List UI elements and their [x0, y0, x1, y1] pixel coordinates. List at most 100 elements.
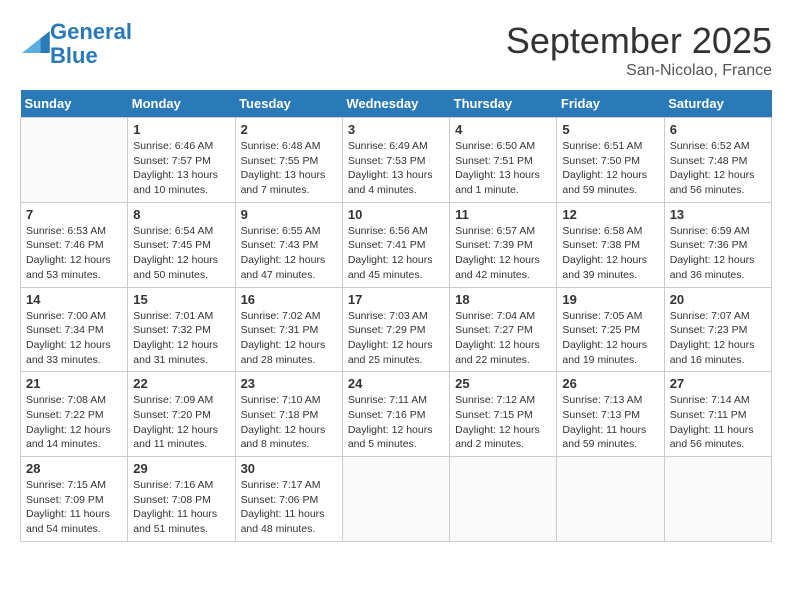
day-number: 9	[241, 207, 337, 222]
day-number: 29	[133, 461, 229, 476]
day-info: Sunrise: 7:07 AMSunset: 7:23 PMDaylight:…	[670, 309, 766, 368]
day-number: 22	[133, 376, 229, 391]
month-title: September 2025	[506, 20, 772, 62]
day-number: 24	[348, 376, 444, 391]
day-number: 18	[455, 292, 551, 307]
day-number: 23	[241, 376, 337, 391]
day-number: 1	[133, 122, 229, 137]
day-info: Sunrise: 7:01 AMSunset: 7:32 PMDaylight:…	[133, 309, 229, 368]
weekday-header: Wednesday	[342, 90, 449, 118]
day-info: Sunrise: 7:12 AMSunset: 7:15 PMDaylight:…	[455, 393, 551, 452]
weekday-header: Sunday	[21, 90, 128, 118]
day-info: Sunrise: 6:54 AMSunset: 7:45 PMDaylight:…	[133, 224, 229, 283]
day-info: Sunrise: 7:15 AMSunset: 7:09 PMDaylight:…	[26, 478, 122, 537]
day-info: Sunrise: 7:17 AMSunset: 7:06 PMDaylight:…	[241, 478, 337, 537]
day-number: 26	[562, 376, 658, 391]
day-info: Sunrise: 6:50 AMSunset: 7:51 PMDaylight:…	[455, 139, 551, 198]
day-number: 3	[348, 122, 444, 137]
day-number: 4	[455, 122, 551, 137]
weekday-header: Thursday	[450, 90, 557, 118]
day-info: Sunrise: 6:56 AMSunset: 7:41 PMDaylight:…	[348, 224, 444, 283]
calendar-cell	[557, 457, 664, 542]
day-number: 28	[26, 461, 122, 476]
day-info: Sunrise: 7:11 AMSunset: 7:16 PMDaylight:…	[348, 393, 444, 452]
calendar-cell: 7Sunrise: 6:53 AMSunset: 7:46 PMDaylight…	[21, 202, 128, 287]
calendar-cell: 13 Sunrise: 6:59 AMSunset: 7:36 PMDayligh…	[664, 202, 771, 287]
calendar-table: SundayMondayTuesdayWednesdayThursdayFrid…	[20, 90, 772, 542]
logo-icon	[22, 31, 50, 53]
day-info: Sunrise: 7:08 AMSunset: 7:22 PMDaylight:…	[26, 393, 122, 452]
weekday-header: Saturday	[664, 90, 771, 118]
day-number: 21	[26, 376, 122, 391]
day-info: Sunrise: 6:58 AMSunset: 7:38 PMDaylight:…	[562, 224, 658, 283]
calendar-cell: 11Sunrise: 6:57 AMSunset: 7:39 PMDayligh…	[450, 202, 557, 287]
calendar-cell: 29Sunrise: 7:16 AMSunset: 7:08 PMDayligh…	[128, 457, 235, 542]
day-info: Sunrise: 6:59 AMSunset: 7:36 PMDaylight:…	[670, 224, 766, 283]
calendar-cell: 4 Sunrise: 6:50 AMSunset: 7:51 PMDaylight…	[450, 118, 557, 203]
day-info: Sunrise: 6:55 AMSunset: 7:43 PMDaylight:…	[241, 224, 337, 283]
day-number: 20	[670, 292, 766, 307]
calendar-cell: 16Sunrise: 7:02 AMSunset: 7:31 PMDayligh…	[235, 287, 342, 372]
calendar-cell: 28 Sunrise: 7:15 AMSunset: 7:09 PMDayligh…	[21, 457, 128, 542]
day-number: 5	[562, 122, 658, 137]
calendar-cell: 6Sunrise: 6:52 AMSunset: 7:48 PMDaylight…	[664, 118, 771, 203]
day-info: Sunrise: 7:13 AMSunset: 7:13 PMDaylight:…	[562, 393, 658, 452]
calendar-cell: 23 Sunrise: 7:10 AMSunset: 7:18 PMDayligh…	[235, 372, 342, 457]
calendar-week-row: 28 Sunrise: 7:15 AMSunset: 7:09 PMDayligh…	[21, 457, 772, 542]
calendar-cell: 25 Sunrise: 7:12 AMSunset: 7:15 PMDayligh…	[450, 372, 557, 457]
calendar-cell	[664, 457, 771, 542]
weekday-header: Monday	[128, 90, 235, 118]
calendar-cell: 1 Sunrise: 6:46 AMSunset: 7:57 PMDaylight…	[128, 118, 235, 203]
calendar-cell: 9 Sunrise: 6:55 AMSunset: 7:43 PMDaylight…	[235, 202, 342, 287]
day-number: 10	[348, 207, 444, 222]
calendar-cell: 5Sunrise: 6:51 AMSunset: 7:50 PMDaylight…	[557, 118, 664, 203]
logo-line1: General	[50, 19, 132, 44]
day-number: 8	[133, 207, 229, 222]
day-number: 7	[26, 207, 122, 222]
calendar-cell: 3 Sunrise: 6:49 AMSunset: 7:53 PMDaylight…	[342, 118, 449, 203]
day-number: 17	[348, 292, 444, 307]
calendar-cell: 8 Sunrise: 6:54 AMSunset: 7:45 PMDaylight…	[128, 202, 235, 287]
calendar-cell: 19Sunrise: 7:05 AMSunset: 7:25 PMDayligh…	[557, 287, 664, 372]
calendar-week-row: 21 Sunrise: 7:08 AMSunset: 7:22 PMDayligh…	[21, 372, 772, 457]
day-number: 30	[241, 461, 337, 476]
calendar-cell: 2 Sunrise: 6:48 AMSunset: 7:55 PMDaylight…	[235, 118, 342, 203]
logo: General Blue	[20, 20, 132, 68]
calendar-cell: 21 Sunrise: 7:08 AMSunset: 7:22 PMDayligh…	[21, 372, 128, 457]
logo-text: General Blue	[50, 20, 132, 68]
day-number: 25	[455, 376, 551, 391]
location: San-Nicolao, France	[506, 62, 772, 80]
title-block: September 2025 San-Nicolao, France	[506, 20, 772, 80]
day-info: Sunrise: 6:57 AMSunset: 7:39 PMDaylight:…	[455, 224, 551, 283]
day-number: 13	[670, 207, 766, 222]
day-info: Sunrise: 7:10 AMSunset: 7:18 PMDaylight:…	[241, 393, 337, 452]
calendar-cell: 12 Sunrise: 6:58 AMSunset: 7:38 PMDayligh…	[557, 202, 664, 287]
day-number: 2	[241, 122, 337, 137]
calendar-cell	[450, 457, 557, 542]
day-info: Sunrise: 7:14 AMSunset: 7:11 PMDaylight:…	[670, 393, 766, 452]
calendar-cell	[21, 118, 128, 203]
calendar-cell: 22 Sunrise: 7:09 AMSunset: 7:20 PMDayligh…	[128, 372, 235, 457]
day-info: Sunrise: 6:49 AMSunset: 7:53 PMDaylight:…	[348, 139, 444, 198]
day-info: Sunrise: 7:09 AMSunset: 7:20 PMDaylight:…	[133, 393, 229, 452]
calendar-cell: 18 Sunrise: 7:04 AMSunset: 7:27 PMDayligh…	[450, 287, 557, 372]
calendar-cell: 15Sunrise: 7:01 AMSunset: 7:32 PMDayligh…	[128, 287, 235, 372]
calendar-week-row: 7Sunrise: 6:53 AMSunset: 7:46 PMDaylight…	[21, 202, 772, 287]
page-header: General Blue September 2025 San-Nicolao,…	[20, 20, 772, 80]
calendar-cell: 27 Sunrise: 7:14 AMSunset: 7:11 PMDayligh…	[664, 372, 771, 457]
day-info: Sunrise: 6:46 AMSunset: 7:57 PMDaylight:…	[133, 139, 229, 198]
calendar-cell: 30 Sunrise: 7:17 AMSunset: 7:06 PMDayligh…	[235, 457, 342, 542]
day-number: 27	[670, 376, 766, 391]
weekday-header: Friday	[557, 90, 664, 118]
day-info: Sunrise: 7:04 AMSunset: 7:27 PMDaylight:…	[455, 309, 551, 368]
calendar-week-row: 1 Sunrise: 6:46 AMSunset: 7:57 PMDaylight…	[21, 118, 772, 203]
logo-line2: Blue	[50, 43, 98, 68]
day-number: 14	[26, 292, 122, 307]
calendar-cell: 10 Sunrise: 6:56 AMSunset: 7:41 PMDayligh…	[342, 202, 449, 287]
calendar-cell: 14Sunrise: 7:00 AMSunset: 7:34 PMDayligh…	[21, 287, 128, 372]
day-number: 6	[670, 122, 766, 137]
calendar-cell: 26 Sunrise: 7:13 AMSunset: 7:13 PMDayligh…	[557, 372, 664, 457]
day-info: Sunrise: 6:48 AMSunset: 7:55 PMDaylight:…	[241, 139, 337, 198]
day-number: 12	[562, 207, 658, 222]
weekday-header: Tuesday	[235, 90, 342, 118]
